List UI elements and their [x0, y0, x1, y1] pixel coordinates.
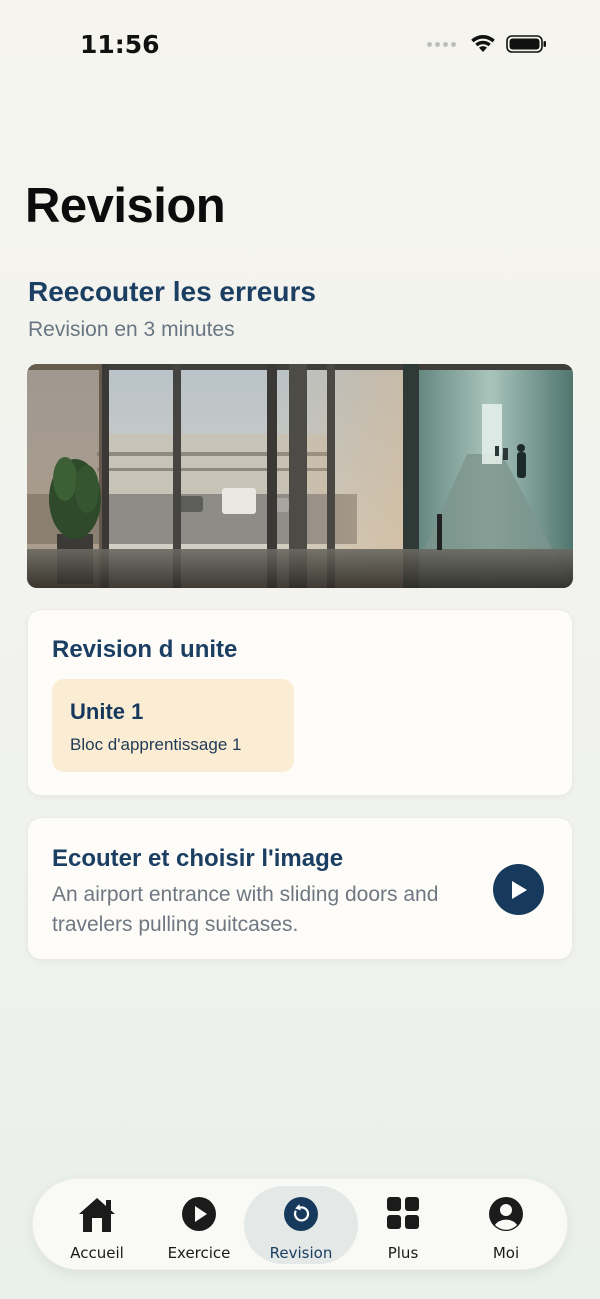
cellular-signal-icon: [427, 41, 456, 47]
unit-chip-title: Unite 1: [70, 699, 144, 724]
play-button[interactable]: [493, 864, 544, 915]
nav-item-revision[interactable]: Revision: [244, 1186, 358, 1264]
mistakes-section-subtitle: Revision en 3 minutes: [28, 318, 235, 341]
listen-exercise-title: Ecouter et choisir l'image: [52, 845, 344, 872]
nav-label-accueil: Accueil: [70, 1244, 124, 1262]
grid-icon: [387, 1197, 419, 1229]
unit-chip[interactable]: Unite 1 Bloc d'apprentissage 1: [52, 679, 294, 772]
listen-exercise-card[interactable]: Ecouter et choisir l'image An airport en…: [27, 817, 573, 960]
play-circle-icon: [182, 1197, 216, 1231]
nav-label-moi: Moi: [492, 1244, 520, 1262]
nav-item-moi[interactable]: Moi: [450, 1186, 562, 1264]
refresh-circle-icon: [284, 1197, 318, 1231]
profile-icon: [489, 1197, 523, 1231]
unit-chip-subtitle: Bloc d'apprentissage 1: [70, 735, 242, 754]
nav-item-plus[interactable]: Plus: [347, 1186, 459, 1264]
home-icon: [79, 1198, 115, 1232]
airport-hero-image[interactable]: [27, 364, 573, 588]
wifi-icon: [471, 35, 495, 52]
bottom-nav: Accueil Exercice Revision Plus Moi: [32, 1178, 568, 1270]
play-icon: [511, 880, 527, 899]
listen-exercise-description: An airport entrance with sliding doors a…: [52, 883, 439, 936]
status-icons: [427, 34, 548, 54]
nav-label-plus: Plus: [387, 1244, 419, 1262]
unit-review-title: Revision d unite: [52, 636, 238, 663]
nav-label-revision: Revision: [269, 1244, 333, 1262]
page-title: Revision: [25, 179, 226, 233]
mistakes-section-title[interactable]: Reecouter les erreurs: [28, 276, 316, 308]
battery-icon: [506, 35, 546, 53]
status-bar: 11:56: [0, 0, 600, 92]
nav-item-exercice[interactable]: Exercice: [143, 1186, 255, 1264]
unit-review-card: Revision d unite Unite 1 Bloc d'apprenti…: [27, 609, 573, 796]
nav-item-accueil[interactable]: Accueil: [41, 1186, 153, 1264]
nav-label-exercice: Exercice: [167, 1244, 231, 1262]
status-time: 11:56: [80, 30, 160, 59]
